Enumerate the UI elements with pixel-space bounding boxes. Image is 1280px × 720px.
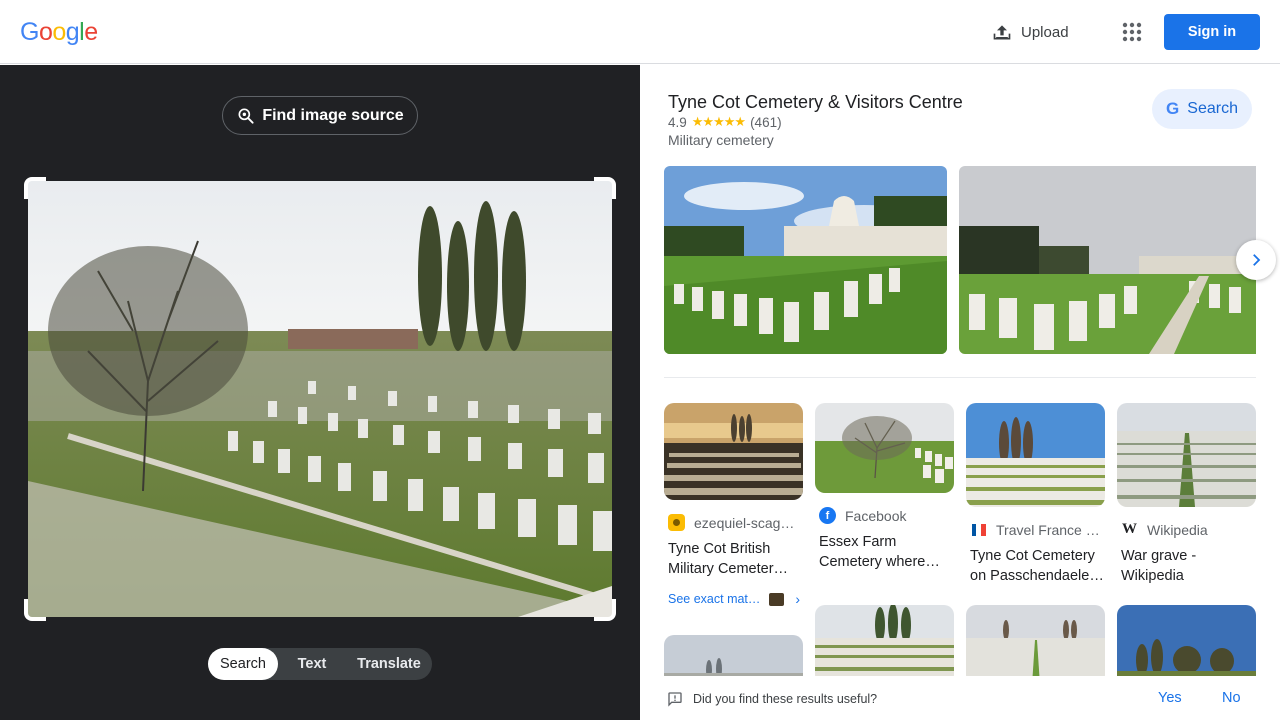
- result-card[interactable]: [966, 605, 1105, 685]
- result-thumbnail[interactable]: [664, 403, 803, 500]
- result-title-line: Tyne Cot British: [668, 541, 771, 557]
- carousel-next-button[interactable]: [1236, 240, 1276, 280]
- upload-icon: [993, 25, 1011, 40]
- result-title-line: Tyne Cot Cemetery: [970, 548, 1095, 564]
- lens-search-icon: [238, 108, 254, 124]
- result-title-line: War grave -: [1121, 548, 1197, 564]
- result-source-name: Travel France …: [996, 521, 1100, 538]
- see-exact-matches-link[interactable]: See exact mat… ›: [664, 591, 803, 607]
- query-photo: [28, 181, 612, 617]
- place-title[interactable]: Tyne Cot Cemetery & Visitors Centre: [668, 92, 963, 113]
- star-rating-icon: ★★★★★: [691, 114, 746, 129]
- rating-value: 4.9: [668, 114, 687, 130]
- france-flag-icon: [970, 521, 987, 538]
- result-thumbnail[interactable]: [815, 605, 954, 685]
- place-rating: 4.9 ★★★★★ (461): [668, 114, 782, 130]
- result-thumbnail[interactable]: [966, 605, 1105, 685]
- see-exact-matches-label: See exact mat…: [668, 592, 761, 606]
- result-title[interactable]: Tyne Cot British Military Cemeter…: [664, 539, 803, 579]
- result-card[interactable]: Travel France … Tyne Cot Cemetery on Pas…: [966, 403, 1105, 586]
- result-source[interactable]: f Facebook: [815, 507, 954, 524]
- google-g-icon: G: [1166, 99, 1180, 118]
- chevron-right-icon: [1253, 254, 1261, 266]
- result-source[interactable]: Travel France …: [966, 521, 1105, 538]
- mode-tabs: Search Text Translate: [208, 648, 432, 680]
- result-title-line: Cemetery where…: [819, 554, 940, 570]
- google-logo[interactable]: Google: [20, 18, 98, 47]
- divider: [664, 377, 1256, 378]
- wikipedia-icon: W: [1122, 521, 1137, 537]
- feedback-bar: Did you find these results useful? Yes N…: [640, 676, 1280, 720]
- result-source-name: ezequiel-scag…: [694, 514, 795, 531]
- result-title-line: on Passchendaele…: [970, 568, 1104, 584]
- sign-in-button[interactable]: Sign in: [1164, 14, 1260, 50]
- result-source-name: Facebook: [845, 507, 907, 524]
- result-source[interactable]: ezequiel-scag…: [664, 514, 803, 531]
- result-card[interactable]: ezequiel-scag… Tyne Cot British Military…: [664, 403, 803, 607]
- result-source-name: Wikipedia: [1147, 521, 1208, 538]
- result-title-line: Wikipedia: [1121, 568, 1184, 584]
- exact-match-thumb: [769, 592, 785, 606]
- tab-translate[interactable]: Translate: [346, 648, 432, 680]
- result-card[interactable]: [1117, 605, 1256, 685]
- result-title-line: Military Cemeter…: [668, 561, 789, 577]
- result-thumbnail[interactable]: [815, 403, 954, 493]
- result-title-line: Essex Farm: [819, 534, 897, 550]
- results-panel: Tyne Cot Cemetery & Visitors Centre 4.9 …: [640, 65, 1280, 720]
- query-image-panel: Find image source Search Text Translate: [0, 65, 640, 720]
- crop-handle-top-left[interactable]: [24, 177, 46, 199]
- crop-handle-bottom-right[interactable]: [594, 599, 616, 621]
- result-card[interactable]: [815, 605, 954, 685]
- tab-search[interactable]: Search: [208, 648, 278, 680]
- result-card[interactable]: f Facebook Essex Farm Cemetery where…: [815, 403, 954, 572]
- result-title[interactable]: War grave - Wikipedia: [1117, 546, 1256, 586]
- apps-grid-icon[interactable]: [1120, 20, 1144, 44]
- result-thumbnail[interactable]: [1117, 605, 1256, 685]
- crop-handle-bottom-left[interactable]: [24, 599, 46, 621]
- feedback-no-button[interactable]: No: [1222, 690, 1241, 706]
- site-favicon-icon: [668, 514, 685, 531]
- top-bar: Google Upload Sign in: [0, 0, 1280, 64]
- tab-text[interactable]: Text: [278, 648, 346, 680]
- place-search-button[interactable]: G Search: [1152, 89, 1252, 129]
- result-card[interactable]: W Wikipedia War grave - Wikipedia: [1117, 403, 1256, 586]
- chevron-right-icon: ›: [795, 591, 801, 607]
- place-search-label: Search: [1187, 100, 1238, 117]
- find-source-label: Find image source: [262, 106, 404, 124]
- find-image-source-button[interactable]: Find image source: [222, 96, 418, 135]
- upload-label: Upload: [1021, 23, 1069, 41]
- feedback-question: Did you find these results useful?: [693, 691, 878, 706]
- result-source[interactable]: W Wikipedia: [1117, 521, 1256, 538]
- facebook-icon: f: [819, 507, 836, 524]
- carousel-image[interactable]: [664, 166, 947, 354]
- crop-selection[interactable]: [24, 177, 616, 621]
- result-title[interactable]: Tyne Cot Cemetery on Passchendaele…: [966, 546, 1105, 586]
- result-thumbnail[interactable]: [966, 403, 1105, 507]
- upload-button[interactable]: Upload: [992, 20, 1069, 44]
- feedback-yes-button[interactable]: Yes: [1158, 690, 1182, 706]
- review-count: (461): [750, 114, 782, 130]
- place-type: Military cemetery: [668, 132, 774, 148]
- carousel-image[interactable]: [959, 166, 1256, 354]
- result-thumbnail[interactable]: [1117, 403, 1256, 507]
- feedback-icon: [668, 691, 682, 707]
- result-title[interactable]: Essex Farm Cemetery where…: [815, 532, 954, 572]
- crop-handle-top-right[interactable]: [594, 177, 616, 199]
